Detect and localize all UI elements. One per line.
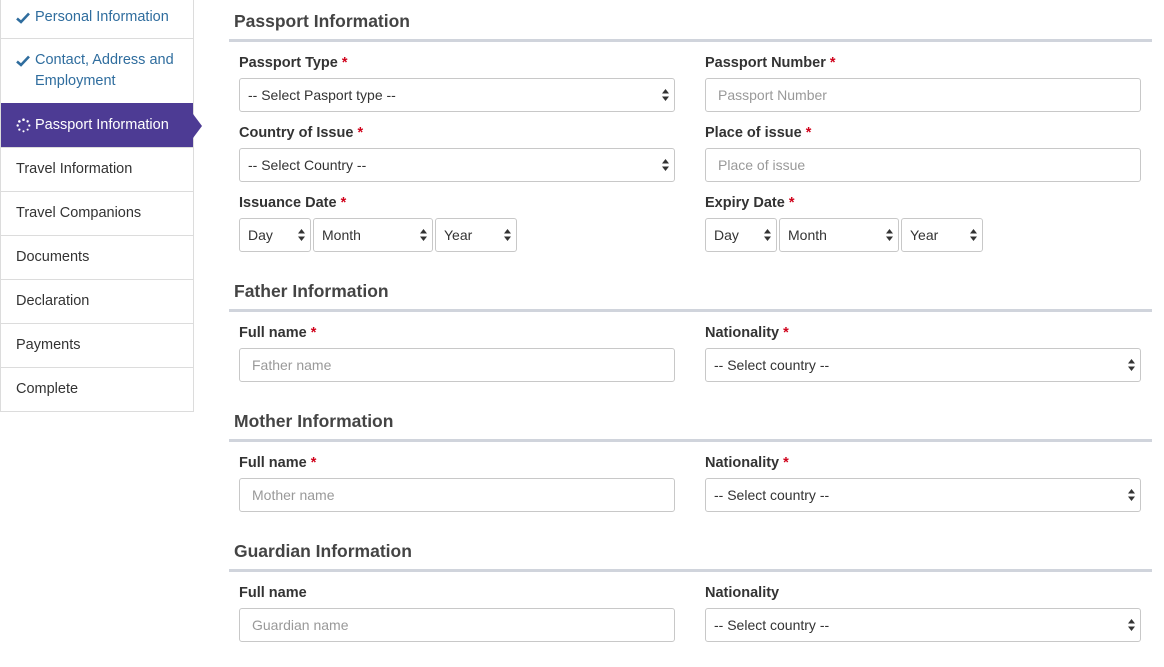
required-mark: * bbox=[788, 195, 795, 211]
section-title-father: Father Information bbox=[229, 252, 1152, 312]
sidebar-item-label: Travel Companions bbox=[16, 205, 142, 221]
select-value: -- Select country -- bbox=[714, 617, 830, 633]
select-arrows-icon bbox=[420, 229, 427, 241]
select-value: -- Select country -- bbox=[714, 357, 830, 373]
mother-name-input[interactable]: Mother name bbox=[239, 478, 675, 512]
required-mark: * bbox=[783, 455, 789, 471]
sidebar-item-travel-companions[interactable]: Travel Companions bbox=[1, 191, 193, 235]
expiry-month-select[interactable]: Month bbox=[779, 218, 899, 252]
place-of-issue-input[interactable]: Place of issue bbox=[705, 148, 1141, 182]
select-arrows-icon bbox=[1128, 359, 1135, 371]
passport-number-label: Passport Number * bbox=[705, 55, 836, 71]
country-of-issue-label: Country of Issue * bbox=[239, 125, 364, 141]
sidebar-item-personal-information[interactable]: Personal Information bbox=[1, 0, 193, 38]
select-arrows-icon bbox=[662, 159, 669, 171]
issuance-year-select[interactable]: Year bbox=[435, 218, 517, 252]
select-arrows-icon bbox=[970, 229, 977, 241]
country-of-issue-select[interactable]: -- Select Country -- bbox=[239, 148, 675, 182]
sidebar-item-travel-information[interactable]: Travel Information bbox=[1, 147, 193, 191]
select-arrows-icon bbox=[886, 229, 893, 241]
issuance-date-label: Issuance Date * bbox=[239, 195, 347, 211]
mother-nationality-select[interactable]: -- Select country -- bbox=[705, 478, 1141, 512]
section-title-guardian: Guardian Information bbox=[229, 512, 1152, 572]
form-row: Passport Type * -- Select Pasport type -… bbox=[229, 42, 1152, 112]
form-row: Full name * Mother name Nationality * --… bbox=[229, 442, 1152, 512]
expiry-day-select[interactable]: Day bbox=[705, 218, 777, 252]
section-title-mother: Mother Information bbox=[229, 382, 1152, 442]
sidebar-item-label: Contact, Address and Employment bbox=[35, 52, 174, 89]
mother-full-name-label: Full name * bbox=[239, 455, 317, 471]
select-value: Day bbox=[248, 227, 273, 243]
sidebar-item-label: Travel Information bbox=[16, 161, 133, 177]
application-form: Passport Information Passport Type * -- … bbox=[229, 0, 1152, 642]
expiry-year-select[interactable]: Year bbox=[901, 218, 983, 252]
form-row: Full name * Father name Nationality * --… bbox=[229, 312, 1152, 382]
sidebar-item-complete[interactable]: Complete bbox=[1, 367, 193, 411]
required-mark: * bbox=[310, 455, 317, 471]
place-of-issue-label: Place of issue * bbox=[705, 125, 812, 141]
father-name-input[interactable]: Father name bbox=[239, 348, 675, 382]
form-row: Issuance Date * Day Month Year Expiry Da… bbox=[229, 182, 1152, 252]
sidebar-item-declaration[interactable]: Declaration bbox=[1, 279, 193, 323]
expiry-date-label: Expiry Date * bbox=[705, 195, 795, 211]
select-value: Month bbox=[322, 227, 361, 243]
sidebar-item-label: Passport Information bbox=[35, 117, 169, 133]
passport-type-label: Passport Type * bbox=[239, 55, 348, 71]
guardian-full-name-label: Full name bbox=[239, 585, 307, 601]
select-value: -- Select country -- bbox=[714, 487, 830, 503]
sidebar-item-label: Payments bbox=[16, 337, 81, 353]
spinner-icon bbox=[16, 115, 31, 136]
select-arrows-icon bbox=[1128, 489, 1135, 501]
check-icon bbox=[16, 7, 31, 28]
issuance-day-select[interactable]: Day bbox=[239, 218, 311, 252]
check-icon bbox=[16, 50, 31, 71]
section-title-passport: Passport Information bbox=[229, 0, 1152, 42]
select-value: Year bbox=[910, 227, 939, 243]
required-mark: * bbox=[357, 125, 364, 141]
passport-number-input[interactable]: Passport Number bbox=[705, 78, 1141, 112]
mother-nationality-label: Nationality * bbox=[705, 455, 789, 471]
sidebar-item-payments[interactable]: Payments bbox=[1, 323, 193, 367]
passport-type-value: -- Select Pasport type -- bbox=[248, 87, 396, 103]
issuance-date-group: Day Month Year bbox=[239, 218, 675, 252]
sidebar-item-label: Personal Information bbox=[35, 9, 169, 25]
select-arrows-icon bbox=[662, 89, 669, 101]
passport-type-select[interactable]: -- Select Pasport type -- bbox=[239, 78, 675, 112]
father-nationality-select[interactable]: -- Select country -- bbox=[705, 348, 1141, 382]
father-nationality-label: Nationality * bbox=[705, 325, 789, 341]
sidebar-nav: Personal Information Contact, Address an… bbox=[0, 0, 202, 412]
required-mark: * bbox=[829, 55, 836, 71]
guardian-nationality-label: Nationality bbox=[705, 585, 780, 601]
select-arrows-icon bbox=[764, 229, 771, 241]
required-mark: * bbox=[783, 325, 789, 341]
required-mark: * bbox=[805, 125, 812, 141]
select-arrows-icon bbox=[1128, 619, 1135, 631]
required-mark: * bbox=[340, 195, 347, 211]
country-of-issue-value: -- Select Country -- bbox=[248, 157, 367, 173]
required-mark: * bbox=[341, 55, 348, 71]
select-arrows-icon bbox=[504, 229, 511, 241]
father-full-name-label: Full name * bbox=[239, 325, 317, 341]
select-arrows-icon bbox=[298, 229, 305, 241]
form-row: Country of Issue * -- Select Country -- … bbox=[229, 112, 1152, 182]
select-value: Year bbox=[444, 227, 473, 243]
form-row: Full name Guardian name Nationality -- S… bbox=[229, 572, 1152, 642]
sidebar-item-documents[interactable]: Documents bbox=[1, 235, 193, 279]
guardian-nationality-select[interactable]: -- Select country -- bbox=[705, 608, 1141, 642]
guardian-name-input[interactable]: Guardian name bbox=[239, 608, 675, 642]
sidebar-item-passport-information[interactable]: Passport Information bbox=[1, 103, 202, 147]
select-value: Month bbox=[788, 227, 827, 243]
expiry-date-group: Day Month Year bbox=[705, 218, 1141, 252]
select-value: Day bbox=[714, 227, 739, 243]
sidebar-item-label: Complete bbox=[16, 381, 79, 397]
issuance-month-select[interactable]: Month bbox=[313, 218, 433, 252]
required-mark: * bbox=[310, 325, 317, 341]
sidebar-item-label: Declaration bbox=[16, 293, 90, 309]
sidebar-item-label: Documents bbox=[16, 249, 90, 265]
sidebar-item-contact-address-employment[interactable]: Contact, Address and Employment bbox=[1, 38, 193, 103]
